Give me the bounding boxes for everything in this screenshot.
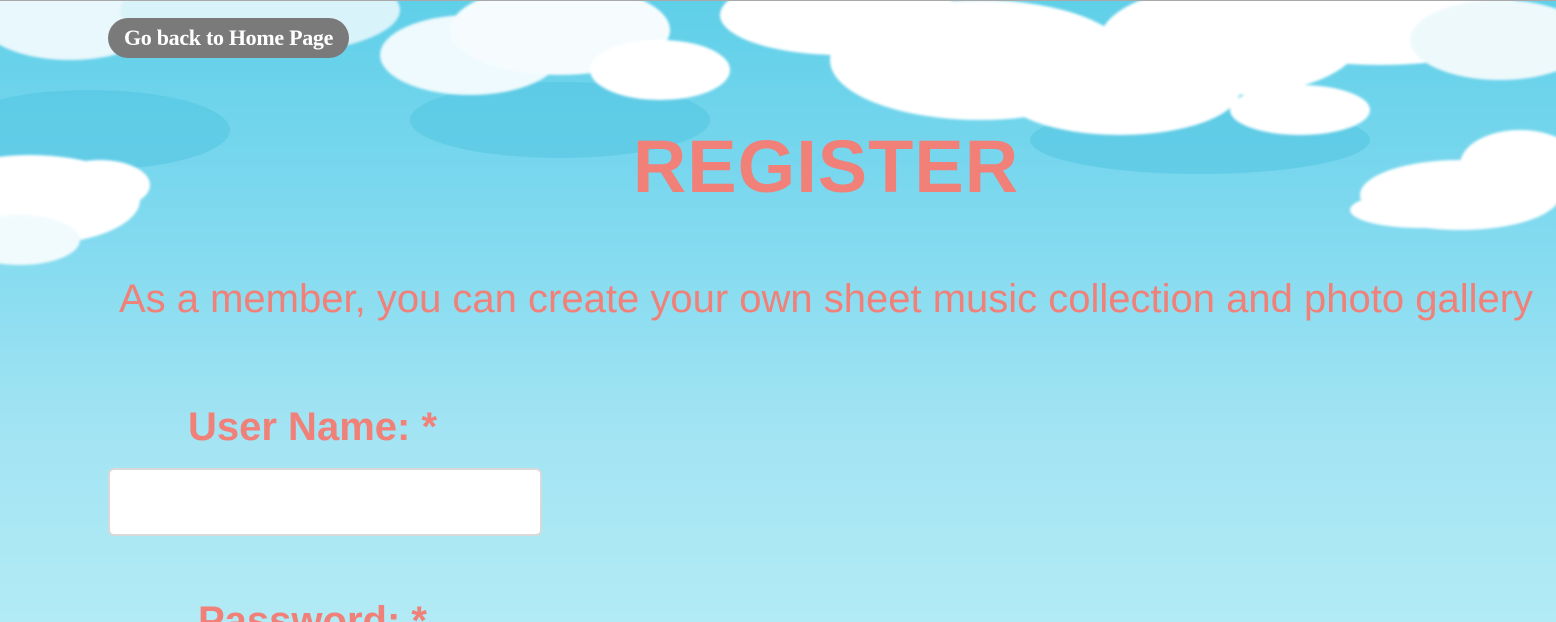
intro-text: As a member, you can create your own she…: [118, 277, 1534, 321]
top-border: [0, 0, 1556, 1]
username-input[interactable]: [108, 468, 542, 536]
back-to-home-button[interactable]: Go back to Home Page: [108, 18, 350, 58]
password-label: Password: *: [198, 599, 427, 622]
username-label: User Name: *: [188, 405, 438, 449]
page-title: REGISTER: [632, 125, 1020, 208]
